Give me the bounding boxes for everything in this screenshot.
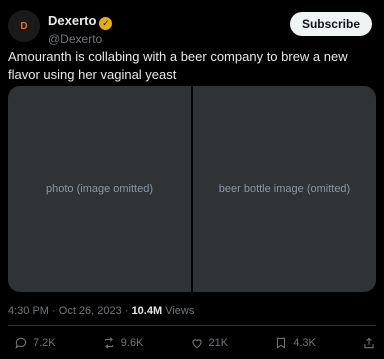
share-button[interactable] <box>362 336 376 350</box>
media-left-placeholder[interactable]: photo (image omitted) <box>8 86 191 292</box>
reply-icon <box>15 337 27 349</box>
action-bar: 7.2K 9.6K 21K 4.3K <box>14 334 376 352</box>
post-time[interactable]: 4:30 PM <box>8 305 49 317</box>
post-date[interactable]: Oct 26, 2023 <box>59 305 122 317</box>
repost-count: 9.6K <box>120 337 144 349</box>
author-display-name[interactable]: Dexerto <box>48 13 96 28</box>
post-header: D Dexerto ✓ @Dexerto Subscribe <box>8 8 376 46</box>
post-meta: 4:30 PM · Oct 26, 2023 · 10.4M Views <box>8 305 194 317</box>
divider <box>8 325 376 326</box>
reply-button[interactable]: 7.2K <box>14 336 56 350</box>
repost-button[interactable]: 9.6K <box>102 336 144 350</box>
meta-separator: · <box>52 305 56 317</box>
meta-separator: · <box>124 305 129 317</box>
author-info: Dexerto ✓ @Dexerto <box>48 12 113 46</box>
author-handle[interactable]: @Dexerto <box>48 32 112 46</box>
post-text: Amouranth is collabing with a beer compa… <box>8 49 348 82</box>
post-media[interactable]: photo (image omitted) beer bottle image … <box>8 86 376 292</box>
bookmark-icon <box>277 337 286 349</box>
subscribe-button[interactable]: Subscribe <box>289 12 372 36</box>
bookmark-button[interactable]: 4.3K <box>274 336 316 350</box>
repost-icon <box>104 337 113 349</box>
verified-badge-icon: ✓ <box>99 17 113 30</box>
like-button[interactable]: 21K <box>190 336 229 350</box>
media-right-placeholder[interactable]: beer bottle image (omitted) <box>193 86 376 292</box>
author-avatar[interactable]: D <box>8 10 40 42</box>
views-label: Views <box>165 305 195 317</box>
reply-count: 7.2K <box>33 337 56 349</box>
heart-icon <box>191 339 202 349</box>
share-icon <box>364 337 374 349</box>
bookmark-count: 4.3K <box>293 337 316 349</box>
views-count: 10.4M <box>131 305 163 317</box>
like-count: 21K <box>208 337 229 349</box>
